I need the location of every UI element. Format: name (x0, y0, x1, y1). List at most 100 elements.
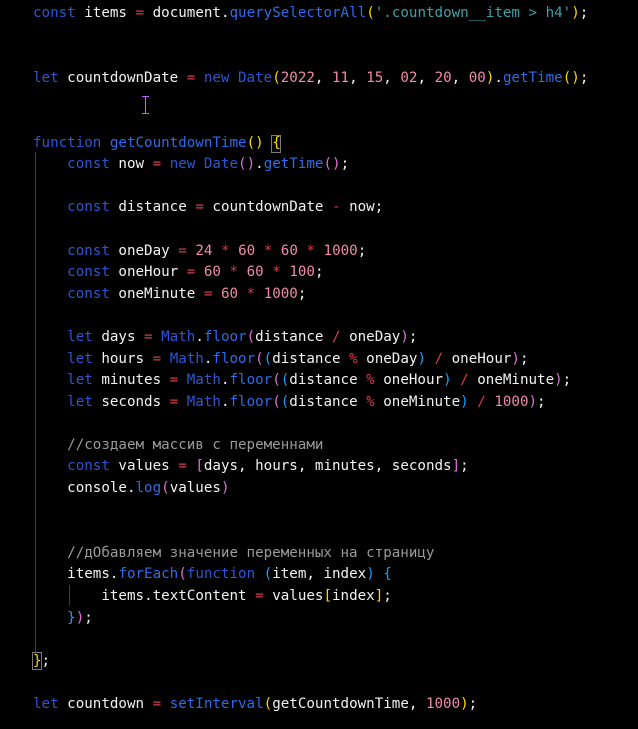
code-token: ) (366, 566, 375, 583)
code-token: [ (323, 588, 332, 605)
code-token: ; (383, 588, 392, 605)
code-line[interactable] (33, 89, 588, 111)
code-line[interactable] (33, 521, 588, 543)
code-token: ) (443, 372, 452, 389)
code-line[interactable]: console.log(values) (33, 478, 588, 500)
code-token: querySelectorAll (229, 5, 367, 21)
code-token: ( (263, 350, 273, 367)
code-line[interactable] (33, 219, 588, 241)
code-token: textContent (152, 588, 256, 605)
code-token: = (169, 372, 179, 389)
code-token: oneDay (340, 328, 401, 345)
code-token: oneHour (109, 264, 187, 281)
code-token: = (169, 393, 179, 410)
code-token: = (144, 328, 153, 345)
code-token: let (67, 372, 93, 389)
code-token: let (67, 393, 93, 410)
code-line[interactable] (33, 413, 588, 435)
code-line[interactable]: let hours = Math.floor((distance % oneDa… (33, 349, 588, 371)
code-line[interactable] (33, 500, 588, 522)
code-token: ; (562, 372, 572, 389)
code-line[interactable]: //дОбавляем значение переменных на стран… (33, 543, 588, 565)
code-line[interactable]: const oneMinute = 60 * 1000; (33, 284, 588, 306)
code-token: ; (357, 242, 367, 259)
code-line[interactable]: let seconds = Math.floor((distance % one… (33, 392, 588, 414)
code-token: . (494, 69, 503, 86)
code-token: ) (460, 696, 469, 712)
code-line[interactable]: let countdown = setInterval(getCountdown… (33, 694, 588, 716)
code-token: values (263, 588, 324, 605)
code-token: ( (272, 69, 281, 86)
code-token: oneDay (357, 350, 418, 367)
code-token: minutes (92, 372, 170, 389)
code-line[interactable] (33, 629, 588, 651)
code-token: countdown (58, 696, 153, 712)
code-line[interactable]: }); (33, 608, 588, 630)
code-line[interactable]: items.forEach(function (item, index) { (33, 564, 588, 586)
code-token: ; (579, 69, 589, 86)
code-line[interactable] (33, 672, 588, 694)
code-line[interactable]: }; (33, 651, 588, 673)
code-token: days (92, 328, 145, 345)
code-token: Math (186, 372, 221, 389)
code-line[interactable]: const values = [days, hours, minutes, se… (33, 456, 588, 478)
code-token: * (220, 242, 230, 259)
code-token: Date (238, 69, 273, 86)
code-token: * (306, 242, 315, 259)
code-token: - (331, 199, 341, 216)
code-line[interactable] (33, 25, 588, 47)
code-line[interactable]: //создаем массив с переменнами (33, 435, 588, 457)
code-token: = (178, 242, 187, 259)
code-line[interactable] (33, 46, 588, 68)
code-line[interactable] (33, 176, 588, 198)
code-token: = (152, 696, 162, 712)
code-line[interactable]: const items = document.querySelectorAll(… (33, 3, 588, 25)
code-token: ) (511, 350, 520, 367)
code-token: 00 (468, 69, 486, 86)
code-line[interactable]: items.textContent = values[index]; (33, 586, 588, 608)
code-line[interactable]: const distance = countdownDate - now; (33, 197, 588, 219)
code-line[interactable]: let minutes = Math.floor((distance % one… (33, 370, 588, 392)
code-line[interactable]: const oneDay = 24 * 60 * 60 * 1000; (33, 241, 588, 263)
code-token: 20 (434, 69, 452, 86)
code-token: , (314, 69, 332, 86)
code-line[interactable] (33, 111, 588, 133)
code-token: //дОбавляем значение переменных на стран… (67, 544, 435, 561)
code-token: let (33, 696, 59, 712)
code-line[interactable]: function getCountdownTime() { (33, 133, 588, 155)
code-token: values (169, 480, 221, 497)
code-token: 24 (195, 242, 213, 259)
code-line[interactable]: let countdownDate = new Date(2022, 11, 1… (33, 68, 588, 90)
code-token: item, index (272, 566, 367, 583)
code-token: now (109, 156, 153, 173)
code-token: = (186, 69, 196, 86)
code-line[interactable]: let days = Math.floor(distance / oneDay)… (33, 327, 588, 349)
code-line[interactable]: const oneHour = 60 * 60 * 100; (33, 262, 588, 284)
code-token: () (238, 156, 256, 173)
code-token: 1000 (263, 285, 298, 302)
code-line[interactable] (33, 305, 588, 327)
code-line[interactable]: const now = new Date().getTime(); (33, 154, 588, 176)
code-editor[interactable]: const items = document.querySelectorAll(… (0, 0, 638, 729)
code-token: Math (169, 350, 204, 367)
code-token: oneHour (443, 350, 512, 367)
code-token: function (186, 566, 256, 583)
code-lines[interactable]: const items = document.querySelectorAll(… (33, 3, 588, 716)
